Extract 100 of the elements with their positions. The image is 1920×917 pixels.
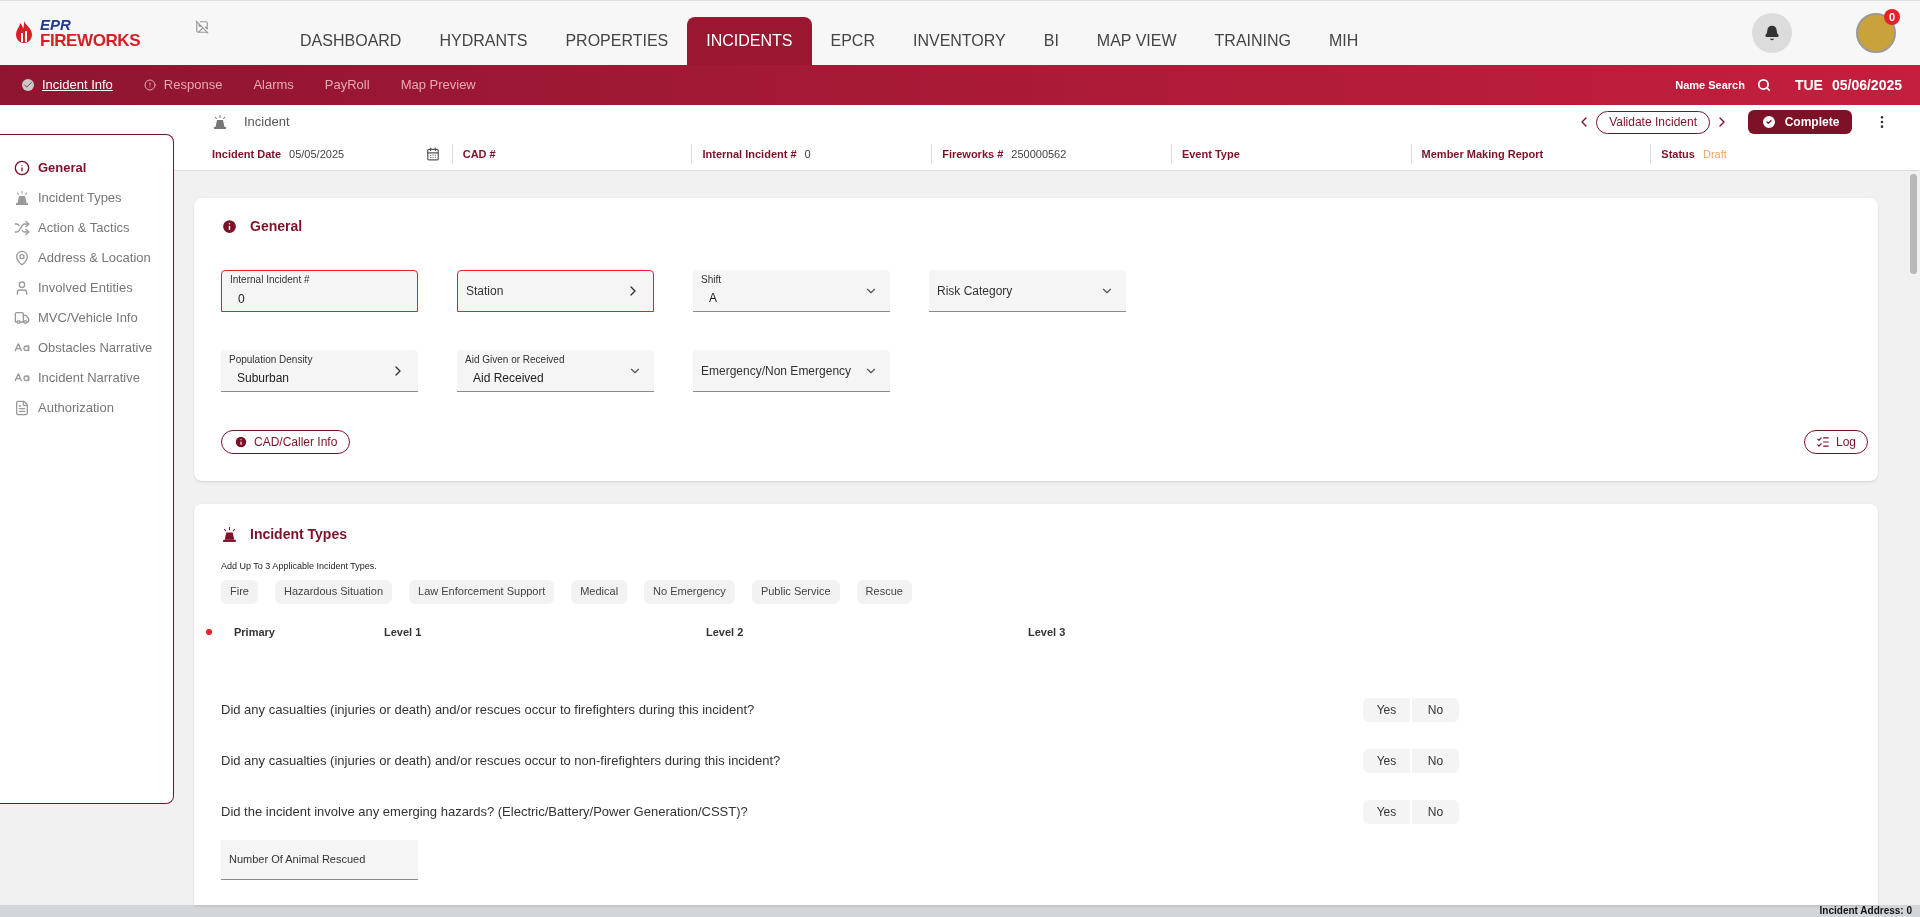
form-field[interactable]: Shift A xyxy=(693,270,890,312)
nav-tab[interactable]: INCIDENTS xyxy=(687,17,812,65)
column-heading: Primary xyxy=(234,624,276,640)
field-label: Emergency/Non Emergency xyxy=(701,362,853,380)
nav-tab[interactable]: DASHBOARD xyxy=(281,17,421,65)
nav-tab[interactable]: HYDRANTS xyxy=(420,17,547,65)
info-icon xyxy=(14,160,30,176)
nav-tab[interactable]: MIH xyxy=(1310,17,1378,65)
header-field-value: 05/05/2025 xyxy=(289,146,345,162)
sidebar-item[interactable]: Incident Types xyxy=(0,183,173,213)
field-label: Shift xyxy=(701,273,722,287)
question-text: Did the incident involve any emerging hazards? (Electric/Battery/Power Generation/CSST)? xyxy=(221,803,749,822)
siren-icon xyxy=(221,526,238,543)
field-label: Internal Incident # xyxy=(230,274,311,287)
sidebar-item[interactable]: Authorization xyxy=(0,393,173,423)
info-icon xyxy=(234,435,248,449)
header-field-label: CAD # xyxy=(462,146,496,162)
sidebar-item[interactable]: Involved Entities xyxy=(0,273,173,303)
avatar[interactable] xyxy=(1856,13,1896,53)
list-icon xyxy=(1816,435,1830,449)
day-text: TUE xyxy=(1794,75,1823,95)
sidebar-item[interactable]: MVC/Vehicle Info xyxy=(0,303,173,333)
field-label: Risk Category xyxy=(937,282,1014,300)
header-field-value: 0 xyxy=(804,146,811,162)
sub-nav-tab[interactable]: Response xyxy=(143,75,223,95)
form-field[interactable]: Internal Incident # 0 xyxy=(221,270,418,312)
header-field-label: Member Making Report xyxy=(1421,146,1544,162)
sub-nav-tab[interactable]: Incident Info xyxy=(22,75,113,95)
sub-nav-tab[interactable]: Alarms xyxy=(253,75,294,95)
calendar-icon[interactable] xyxy=(425,147,440,161)
date-text: 05/06/2025 xyxy=(1831,75,1902,95)
yes-button[interactable]: Yes xyxy=(1363,749,1410,773)
sidebar-item[interactable]: Obstacles Narrative xyxy=(0,333,173,363)
field-value: A xyxy=(708,290,718,308)
map-pin-icon xyxy=(14,250,30,266)
sidebar-item[interactable]: Action & Tactics xyxy=(0,213,173,243)
tactics-icon xyxy=(14,220,30,236)
field-label: Aid Given or Received xyxy=(465,353,566,367)
flame-logo-icon xyxy=(14,20,34,46)
yes-button[interactable]: Yes xyxy=(1363,698,1410,722)
nav-tab[interactable]: EPCR xyxy=(811,17,894,65)
form-field[interactable]: Aid Given or Received Aid Received xyxy=(457,350,654,392)
nav-tab[interactable]: INVENTORY xyxy=(893,17,1025,65)
question-text: Did any casualties (injuries or death) and/or rescues occur to firefighters during this incident? xyxy=(221,701,756,720)
header-field-value: 250000562 xyxy=(1011,146,1067,162)
field-label: Population Density xyxy=(229,353,314,367)
no-button[interactable]: No xyxy=(1412,698,1459,722)
logo-text: FIREWORKS xyxy=(40,32,141,49)
person-icon xyxy=(14,280,30,296)
field-label: Station xyxy=(466,283,505,300)
sub-nav-tab[interactable]: Map Preview xyxy=(400,75,476,95)
incident-type-chip[interactable]: Law Enforcement Support xyxy=(409,579,555,604)
sidebar-item[interactable]: General xyxy=(0,153,173,183)
check-icon xyxy=(22,79,34,91)
field-value: Suburban xyxy=(236,370,291,388)
yes-button[interactable]: Yes xyxy=(1363,800,1410,824)
hint-text: Add Up To 3 Applicable Incident Types. xyxy=(221,560,378,573)
document-icon xyxy=(14,400,30,416)
form-field[interactable]: Emergency/Non Emergency xyxy=(693,350,890,392)
siren-icon xyxy=(212,114,228,130)
name-search-label: Name Search xyxy=(1675,77,1745,93)
truck-icon xyxy=(14,310,30,326)
nav-tab[interactable]: TRAINING xyxy=(1195,17,1311,65)
incident-type-chip[interactable]: Fire xyxy=(221,579,258,604)
incident-address-text: Incident Address: 0 xyxy=(1819,906,1912,916)
logo-text: EPR xyxy=(40,17,72,32)
broken-image-icon xyxy=(195,20,210,34)
search-icon[interactable] xyxy=(1756,78,1771,92)
form-field[interactable]: Population Density Suburban xyxy=(221,350,418,392)
nav-tab[interactable]: MAP VIEW xyxy=(1077,17,1196,65)
sub-nav-tab[interactable]: PayRoll xyxy=(324,75,370,95)
form-field[interactable]: Risk Category xyxy=(929,270,1126,312)
sidebar-item[interactable]: Incident Narrative xyxy=(0,363,173,393)
header-field-label: Incident Date xyxy=(212,146,282,162)
column-heading: Level 3 xyxy=(1028,624,1067,640)
form-field[interactable]: Station xyxy=(457,270,654,312)
no-button[interactable]: No xyxy=(1412,800,1459,824)
header-field-label: Event Type xyxy=(1181,146,1240,162)
check-circle-icon xyxy=(1760,114,1777,130)
sidebar-item[interactable]: Address & Location xyxy=(0,243,173,273)
card-title: Incident Types xyxy=(250,525,347,544)
notification-badge: 0 xyxy=(1884,9,1900,25)
field-value: 0 xyxy=(237,290,246,308)
incident-type-chip[interactable]: No Emergency xyxy=(644,579,735,604)
incident-type-chip[interactable]: Public Service xyxy=(751,579,840,604)
input-field[interactable]: Number Of Animal Rescued xyxy=(221,840,418,880)
header-field-label: Status xyxy=(1661,146,1695,162)
column-heading: Level 1 xyxy=(384,624,423,640)
header-field-label: Internal Incident # xyxy=(702,146,797,162)
card-title: General xyxy=(250,217,303,236)
notification-button[interactable] xyxy=(1752,13,1792,53)
nav-tab[interactable]: BI xyxy=(1024,17,1078,65)
alert-icon xyxy=(143,79,156,91)
incident-type-chip[interactable]: Rescue xyxy=(856,579,912,604)
incident-type-chip[interactable]: Medical xyxy=(571,579,628,604)
complete-button[interactable]: Complete xyxy=(1748,110,1852,134)
no-button[interactable]: No xyxy=(1412,749,1459,773)
nav-tab[interactable]: PROPERTIES xyxy=(546,17,688,65)
incident-type-chip[interactable]: Hazardous Situation xyxy=(274,579,392,604)
bell-icon xyxy=(1764,25,1780,41)
